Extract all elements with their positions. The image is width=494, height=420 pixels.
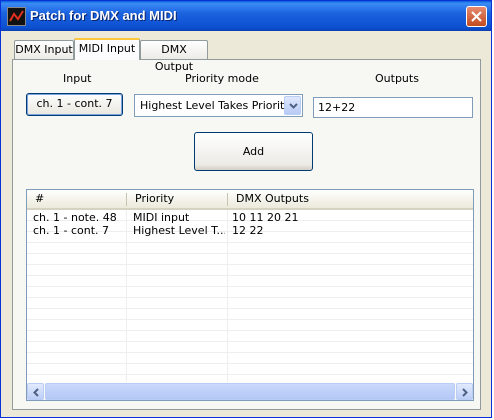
table-row[interactable]: ch. 1 - note. 48 MIDI input 10 11 20 21 [27,212,473,224]
row-channel: ch. 1 - note. 48 [33,212,117,224]
horizontal-scrollbar[interactable] [27,383,473,400]
priority-mode-select[interactable]: Highest Level Takes Priority [134,94,303,117]
column-header-priority[interactable]: Priority [127,190,227,208]
column-header-dmx-outputs[interactable]: DMX Outputs [228,190,378,208]
chevron-left-icon [33,388,39,397]
row-channel: ch. 1 - cont. 7 [33,225,110,237]
input-channel-button[interactable]: ch. 1 - cont. 7 [26,93,123,116]
close-button[interactable] [466,6,487,27]
scroll-left-button[interactable] [27,383,44,400]
chevron-right-icon [462,388,468,397]
priority-mode-label: Priority mode [185,72,259,85]
table-row[interactable]: ch. 1 - cont. 7 Highest Level T... 12 22 [27,225,473,237]
add-button[interactable]: Add [194,132,313,171]
outputs-label: Outputs [375,72,419,85]
column-header-number[interactable]: # [27,190,126,208]
scroll-thumb[interactable] [45,383,455,400]
list-header: # Priority DMX Outputs [27,190,473,210]
tab-midi-input[interactable]: MIDI Input [74,38,140,60]
input-label: Input [63,72,92,85]
priority-mode-value: Highest Level Takes Priority [140,99,291,112]
patch-list[interactable]: # Priority DMX Outputs ch. 1 - note. 48 … [26,189,474,401]
scroll-right-button[interactable] [456,383,473,400]
tab-dmx-input[interactable]: DMX Input [14,40,74,59]
title-bar[interactable]: Patch for DMX and MIDI [1,1,491,31]
window-title: Patch for DMX and MIDI [30,8,177,23]
app-icon [7,7,26,26]
chevron-down-icon [289,103,298,109]
row-priority: Highest Level T... [133,225,225,237]
row-priority: MIDI input [133,212,190,224]
priority-dropdown-button[interactable] [284,96,301,115]
row-dmx-outputs: 12 22 [232,225,264,237]
close-icon [471,11,482,22]
row-dmx-outputs: 10 11 20 21 [232,212,299,224]
outputs-input[interactable]: 12+22 [313,97,473,118]
tab-dmx-output[interactable]: DMX Output [140,40,208,73]
